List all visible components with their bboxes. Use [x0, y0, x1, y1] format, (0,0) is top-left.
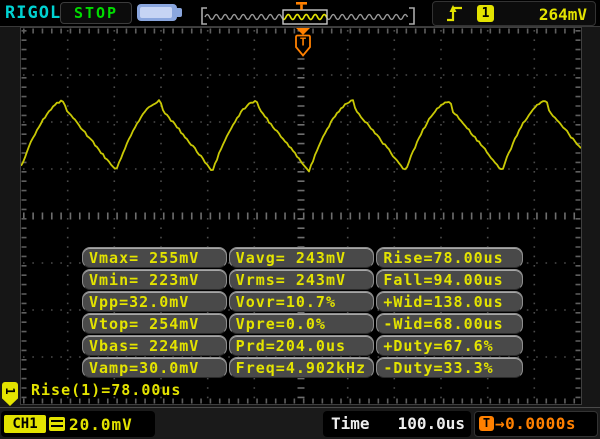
waveform-overview-strip[interactable] [195, 2, 421, 26]
measurement-cell-vmax: Vmax= 255mV [82, 247, 227, 268]
rising-edge-trigger-icon [447, 5, 462, 22]
measurement-row: Vbas= 224mV Prd=204.0us +Duty=67.6% [82, 335, 524, 356]
measurement-cell-pwid: +Wid=138.0us [376, 291, 524, 312]
trigger-offset-box[interactable]: T →0.0000s [474, 411, 598, 437]
svg-text:T: T [300, 36, 307, 49]
measurement-row: Vpp=32.0mV Vovr=10.7% +Wid=138.0us [82, 291, 524, 312]
trigger-source-badge: 1 [477, 5, 494, 22]
measurement-row: Vmax= 255mV Vavg= 243mV Rise=78.00us [82, 247, 524, 268]
timebase-box[interactable]: Time 100.0us [323, 411, 471, 437]
channel1-scale-value: 20.0mV [69, 415, 133, 434]
overview-viewport-box[interactable] [282, 9, 328, 25]
measurement-cell-vovr: Vovr=10.7% [228, 291, 375, 312]
measurement-cell-vpp: Vpp=32.0mV [82, 291, 227, 312]
measurements-panel: Vmax= 255mV Vavg= 243mV Rise=78.00us Vmi… [82, 247, 524, 379]
channel1-position-label: 1 [3, 387, 17, 395]
timebase-value: 100.0us [397, 414, 465, 433]
measurement-cell-vmin: Vmin= 223mV [82, 269, 227, 290]
measurement-cell-freq: Freq=4.902kHz [228, 357, 375, 378]
measurement-cell-vrms: Vrms= 243mV [228, 269, 375, 290]
measurement-cell-pduty: +Duty=67.6% [376, 335, 524, 356]
measurement-cell-vpre: Vpre=0.0% [228, 313, 375, 334]
top-status-bar: RIGOL STOP 1 264mV [0, 0, 600, 27]
measurement-cell-prd: Prd=204.0us [228, 335, 375, 356]
measurement-cell-vbas: Vbas= 224mV [82, 335, 227, 356]
oscilloscope-screen: RIGOL STOP 1 264mV T Vmax= 255mV Vavg= 2… [0, 0, 600, 439]
bottom-status-bar: CH1 20.0mV Time 100.0us T →0.0000s [0, 407, 600, 439]
channel1-badge: CH1 [4, 415, 46, 433]
measurement-cell-vavg: Vavg= 243mV [228, 247, 375, 268]
measurement-cell-nduty: -Duty=33.3% [376, 357, 524, 378]
overview-trigger-t-icon [296, 2, 307, 10]
coupling-icon [49, 417, 65, 431]
right-bracket-icon [409, 7, 415, 25]
trigger-offset-value: →0.0000s [495, 414, 577, 433]
measurement-cell-nwid: -Wid=68.00us [376, 313, 524, 334]
graticule-display: T Vmax= 255mV Vavg= 243mV Rise=78.00us V… [20, 27, 582, 405]
measurement-row: Vmin= 223mV Vrms= 243mV Fall=94.00us [82, 269, 524, 290]
channel1-settings-box[interactable]: CH1 20.0mV [1, 411, 155, 437]
trigger-position-marker[interactable]: T [293, 28, 313, 58]
trigger-level-value: 264mV [538, 5, 587, 24]
measurement-cell-vtop: Vtop= 254mV [82, 313, 227, 334]
trigger-offset-t-badge: T [479, 416, 494, 431]
battery-icon [137, 4, 182, 21]
channel1-position-marker[interactable]: 1 [2, 382, 18, 406]
trigger-settings-box[interactable]: 1 264mV [432, 1, 596, 26]
rise-readout: Rise(1)=78.00us [31, 381, 182, 399]
measurement-row: Vtop= 254mV Vpre=0.0% -Wid=68.00us [82, 313, 524, 334]
measurement-row: Vamp=30.0mV Freq=4.902kHz -Duty=33.3% [82, 357, 524, 378]
measurement-cell-fall: Fall=94.00us [376, 269, 524, 290]
run-state-indicator[interactable]: STOP [60, 2, 132, 24]
rigol-logo: RIGOL [5, 3, 62, 23]
measurement-cell-rise: Rise=78.00us [376, 247, 524, 268]
measurement-cell-vamp: Vamp=30.0mV [82, 357, 227, 378]
timebase-label: Time [331, 414, 370, 433]
